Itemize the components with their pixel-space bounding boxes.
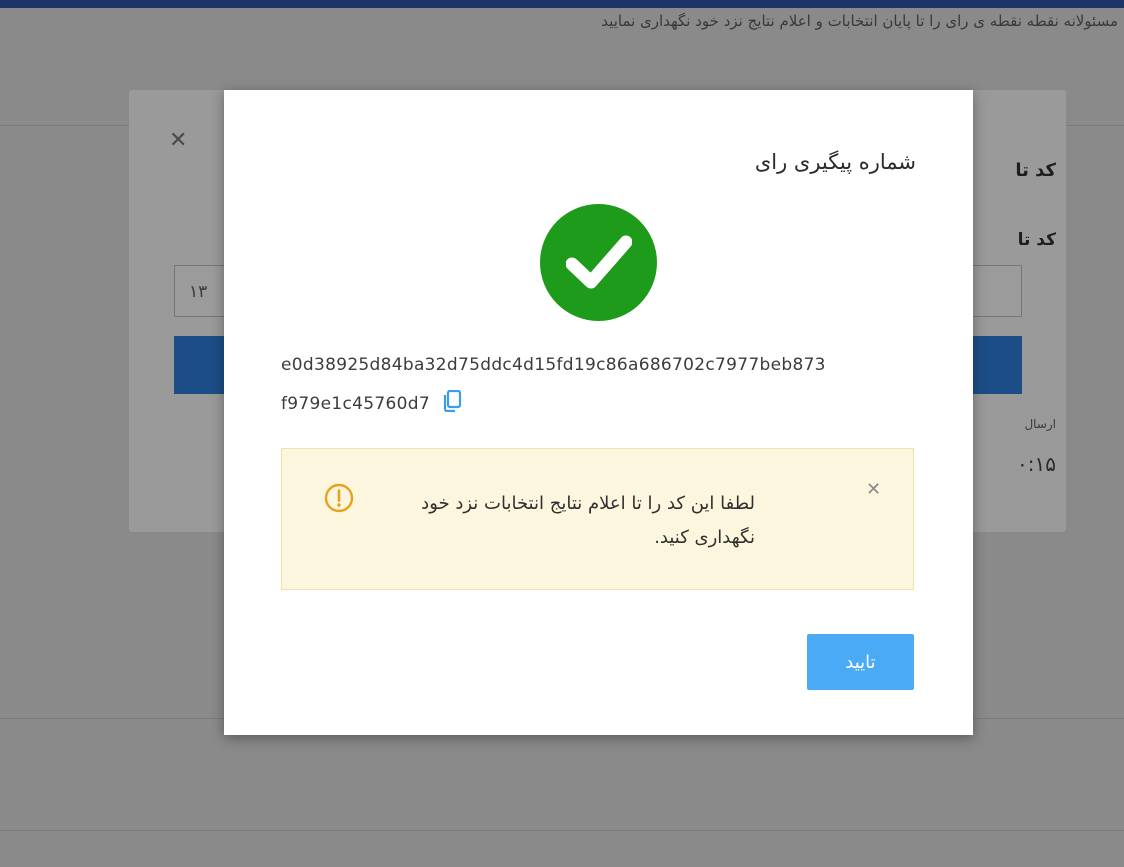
- tracking-code-line-1: e0d38925d84ba32d75ddc4d15fd19c86a686702c…: [281, 355, 826, 375]
- modal-title: کد تا: [1015, 160, 1056, 181]
- dialog-title: شماره پیگیری رای: [754, 150, 916, 174]
- copy-icon[interactable]: [442, 389, 462, 417]
- confirm-button[interactable]: تایید: [807, 634, 914, 690]
- warning-alert: ✕ لطفا این کد را تا اعلام نتایج انتخابات…: [281, 448, 914, 590]
- alert-message: لطفا این کد را تا اعلام نتایج انتخابات ن…: [421, 493, 755, 548]
- close-icon[interactable]: ✕: [866, 479, 881, 500]
- notice-text: مسئولانه نقطه نقطه ی رای را تا پایان انت…: [601, 12, 1118, 30]
- code-input-end[interactable]: [972, 265, 1022, 317]
- submit-button-end[interactable]: [972, 336, 1022, 394]
- code-label: کد تا: [1017, 230, 1056, 250]
- resend-text[interactable]: ارسال: [1024, 417, 1056, 431]
- close-icon[interactable]: ✕: [169, 128, 187, 153]
- exclamation-circle-icon: [324, 483, 354, 517]
- success-icon: [540, 204, 657, 321]
- tracking-code-tail: f979e1c45760d7: [281, 394, 430, 414]
- countdown-timer: ۰:۱۵: [1017, 452, 1056, 476]
- vote-tracking-dialog: شماره پیگیری رای e0d38925d84ba32d75ddc4d…: [224, 90, 973, 735]
- tracking-code-line-2: f979e1c45760d7: [281, 389, 462, 417]
- check-icon: [566, 235, 632, 289]
- top-bar: [0, 0, 1124, 8]
- notice-strip: مسئولانه نقطه نقطه ی رای را تا پایان انت…: [0, 8, 1124, 38]
- divider: [0, 830, 1124, 831]
